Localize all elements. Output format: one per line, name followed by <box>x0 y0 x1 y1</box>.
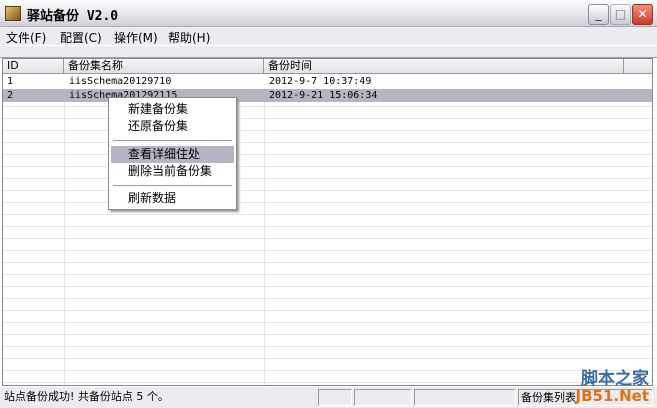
menu-item-refresh[interactable]: 刷新数据 <box>111 190 234 207</box>
watermark-url: JB51.Net <box>575 387 649 405</box>
column-header-id[interactable]: ID <box>3 59 64 74</box>
backup-list[interactable]: ID 备份集名称 备份时间 1 iisSchema20129710 2012-9… <box>2 58 653 386</box>
app-icon <box>5 6 21 21</box>
maximize-button[interactable]: □ <box>610 4 631 25</box>
menu-item-new-backup[interactable]: 新建备份集 <box>111 101 234 118</box>
menu-operation[interactable]: 操作(M) <box>114 29 158 46</box>
cell-name: iisSchema20129710 <box>69 76 172 87</box>
cell-id: 1 <box>7 76 14 87</box>
status-pane-2 <box>318 389 352 406</box>
toolbar-strip <box>0 46 657 58</box>
menu-item-view-details[interactable]: 查看详细住处 <box>111 146 234 163</box>
column-divider <box>264 74 265 385</box>
menu-separator <box>113 140 232 141</box>
cell-time: 2012-9-21 15:06:34 <box>269 90 378 101</box>
status-pane-3 <box>354 389 412 406</box>
column-divider <box>64 74 65 385</box>
status-pane-3b <box>414 389 516 406</box>
menu-file[interactable]: 文件(F) <box>6 29 46 46</box>
table-row-selected[interactable]: 2 iisSchema201292115 2012-9-21 15:06:34 <box>3 89 652 102</box>
column-header-time[interactable]: 备份时间 <box>264 59 624 74</box>
cell-time: 2012-9-7 10:37:49 <box>269 76 372 87</box>
list-header: ID 备份集名称 备份时间 <box>3 59 652 74</box>
status-pane-list-label: 备份集列表 <box>521 391 576 404</box>
menu-config[interactable]: 配置(C) <box>60 29 102 46</box>
menu-help[interactable]: 帮助(H) <box>168 29 210 46</box>
menu-item-delete-backup[interactable]: 删除当前备份集 <box>111 163 234 180</box>
column-header-name[interactable]: 备份集名称 <box>64 59 264 74</box>
column-header-blank <box>624 59 652 74</box>
status-bar: 站点备份成功! 共备份站点 5 个。 备份集列表 JB51.Net <box>0 386 657 408</box>
close-button[interactable]: ✕ <box>632 4 653 25</box>
menu-separator <box>113 185 232 186</box>
minimize-button[interactable]: _ <box>588 4 609 25</box>
title-bar: 驿站备份 V2.0 _ □ ✕ <box>0 0 657 27</box>
context-menu: 新建备份集 还原备份集 查看详细住处 删除当前备份集 刷新数据 <box>108 97 237 210</box>
window-title: 驿站备份 V2.0 <box>27 9 119 24</box>
table-row[interactable]: 1 iisSchema20129710 2012-9-7 10:37:49 <box>3 75 652 88</box>
cell-id: 2 <box>7 90 14 101</box>
menu-bar: 文件(F) 配置(C) 操作(M) 帮助(H) <box>0 27 657 46</box>
status-message: 站点备份成功! 共备份站点 5 个。 <box>4 390 169 403</box>
menu-item-restore-backup[interactable]: 还原备份集 <box>111 118 234 135</box>
